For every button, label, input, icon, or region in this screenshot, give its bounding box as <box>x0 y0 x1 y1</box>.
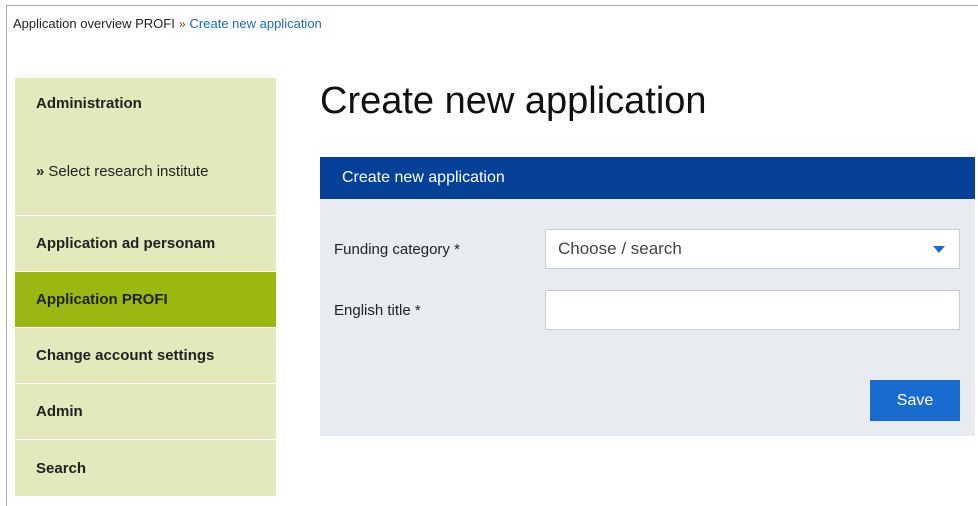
breadcrumb-current-link[interactable]: Create new application <box>190 16 322 31</box>
sidebar-item-application-profi[interactable]: Application PROFI <box>15 272 276 328</box>
create-application-panel: Create new application Funding category … <box>320 157 975 436</box>
sidebar-item-select-research-institute[interactable]: » Select research institute <box>15 128 276 216</box>
sidebar-item-administration[interactable]: Administration <box>15 78 276 128</box>
sidebar-item-admin[interactable]: Admin <box>15 384 276 440</box>
save-button[interactable]: Save <box>870 380 960 421</box>
page-title: Create new application <box>320 80 707 122</box>
sidebar: Administration » Select research institu… <box>15 78 276 496</box>
sidebar-item-label: Application PROFI <box>36 291 168 308</box>
english-title-label: English title * <box>334 302 421 319</box>
sidebar-item-label: Application ad personam <box>36 235 216 252</box>
sidebar-item-change-account-settings[interactable]: Change account settings <box>15 328 276 384</box>
breadcrumb-separator: » <box>178 17 186 31</box>
english-title-row: English title * <box>320 290 975 330</box>
panel-header-title: Create new application <box>342 169 505 186</box>
sidebar-item-label: Search <box>36 459 87 477</box>
breadcrumb: Application overview PROFI» Create new ap… <box>13 16 322 31</box>
sidebar-item-label: Change account settings <box>36 347 215 364</box>
panel-header: Create new application <box>320 157 975 199</box>
sidebar-item-label: Admin <box>36 403 83 420</box>
sidebar-item-label: Administration <box>36 94 142 112</box>
funding-category-label: Funding category * <box>334 241 460 258</box>
english-title-input[interactable] <box>545 290 960 330</box>
funding-category-row: Funding category * Choose / search <box>320 229 975 269</box>
caret-down-icon[interactable] <box>933 246 945 253</box>
raquo-icon: » <box>36 163 45 180</box>
funding-category-select[interactable]: Choose / search <box>545 229 960 269</box>
sidebar-item-label: Select research institute <box>48 163 209 180</box>
breadcrumb-parent-link[interactable]: Application overview PROFI <box>13 16 175 31</box>
sidebar-item-search[interactable]: Search <box>15 440 276 496</box>
funding-category-placeholder: Choose / search <box>558 239 682 258</box>
sidebar-item-application-ad-personam[interactable]: Application ad personam <box>15 216 276 272</box>
